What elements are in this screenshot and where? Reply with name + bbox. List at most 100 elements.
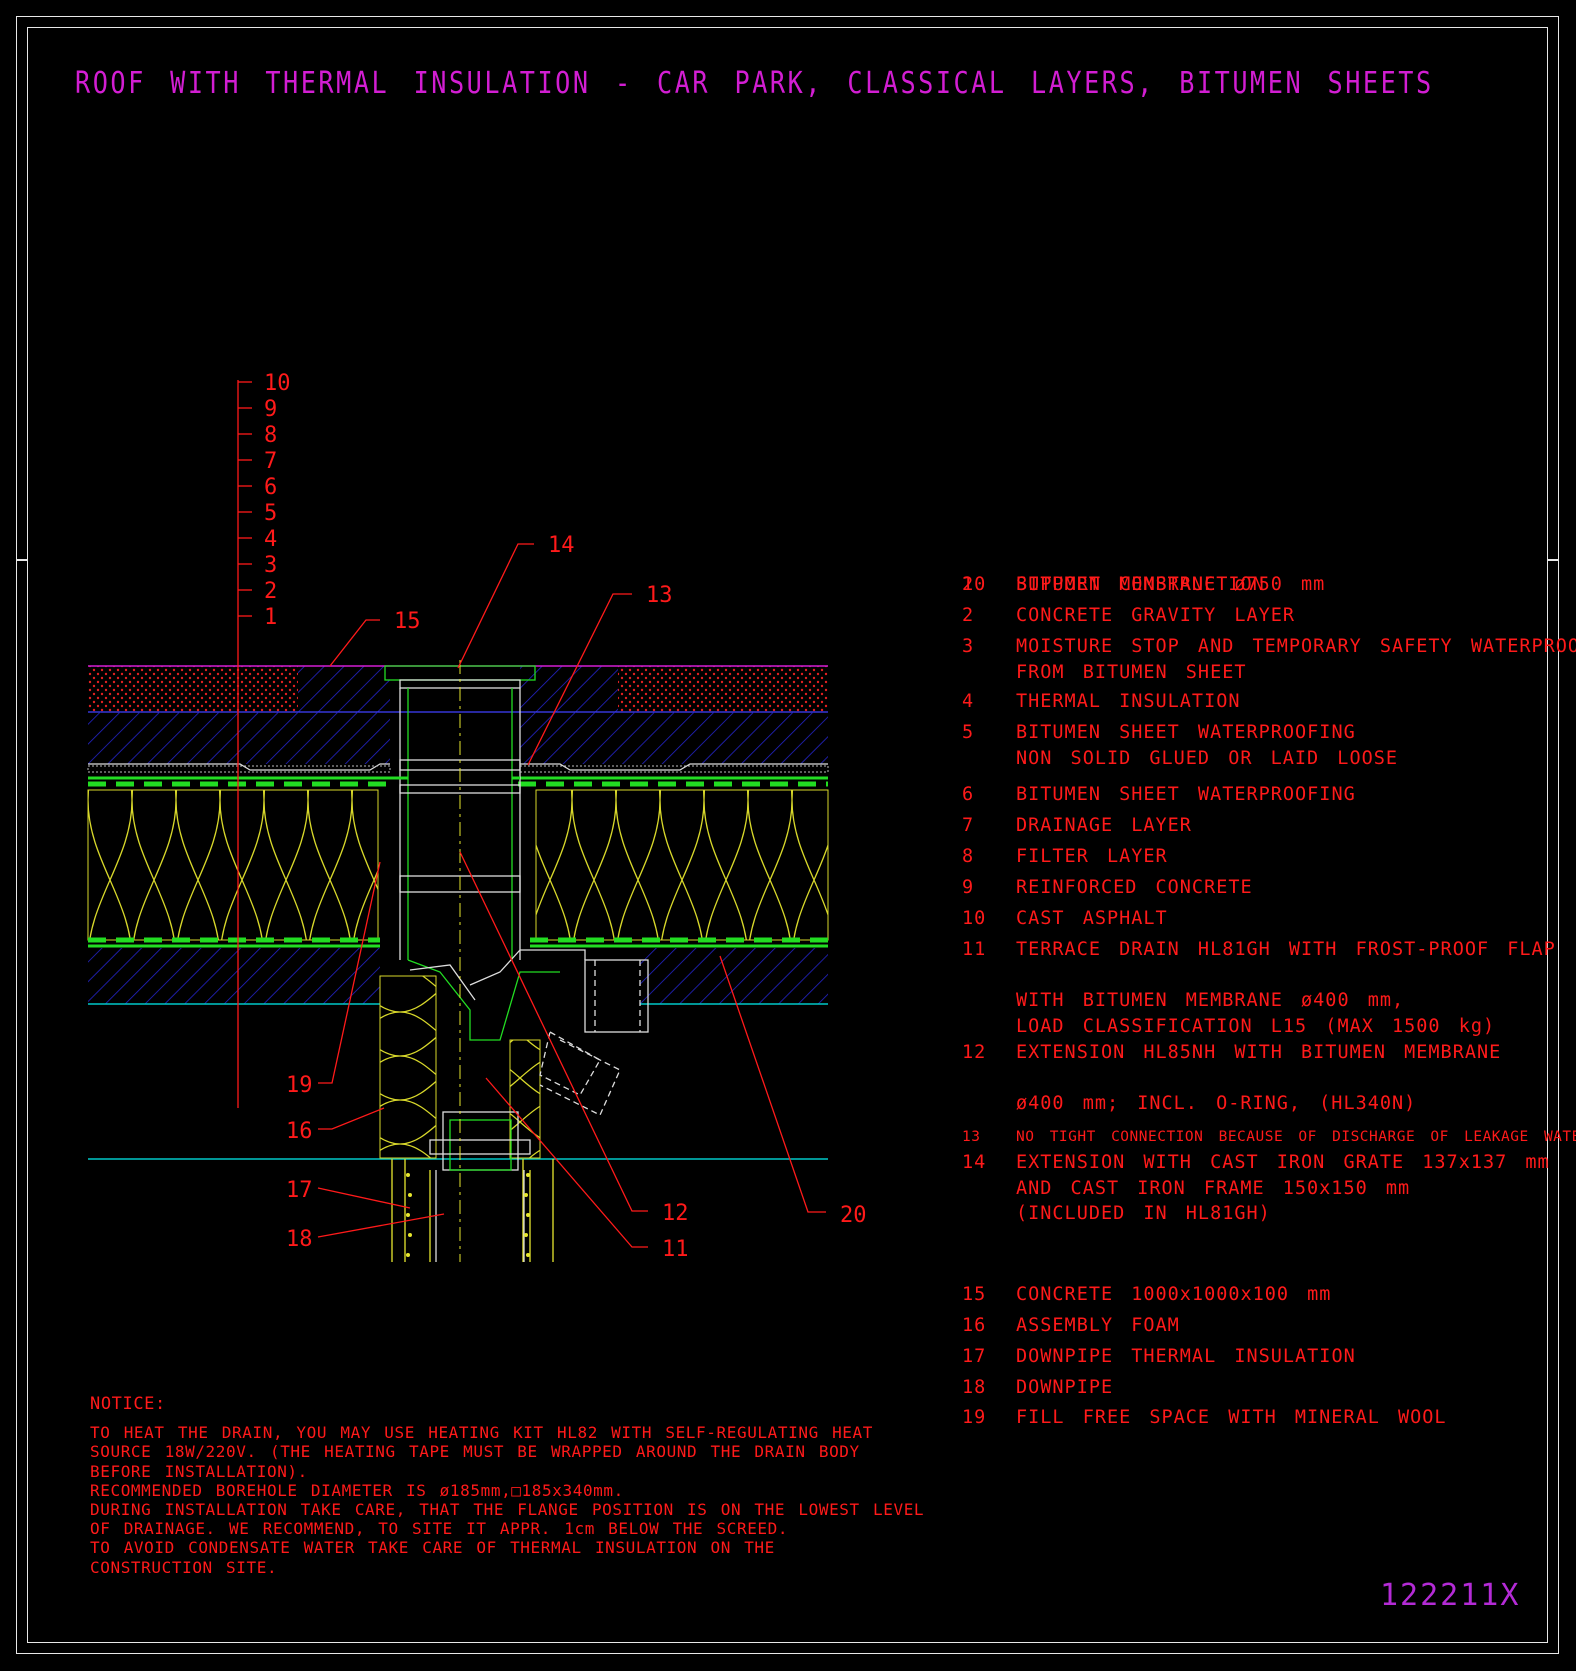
legend-number: 15 [962, 1284, 987, 1305]
legend-item-11: WITH BITUMEN MEMBRANE ø400 mm, [960, 990, 1404, 1011]
callout-19: 19 [286, 1073, 313, 1098]
notice-line: TO HEAT THE DRAIN, YOU MAY USE HEATING K… [90, 1423, 873, 1443]
notice-line: DURING INSTALLATION TAKE CARE, THAT THE … [90, 1500, 925, 1520]
legend-item-12 [960, 1068, 1016, 1089]
legend-text: ASSEMBLY FOAM [1016, 1315, 1180, 1336]
layer-drainage [87, 763, 829, 773]
callout-18: 18 [286, 1227, 313, 1252]
legend-text: CONCRETE 1000x1000x100 mm [1016, 1284, 1332, 1305]
legend-number: 12 [962, 1042, 987, 1063]
callout-14: 14 [548, 533, 575, 558]
callout-15: 15 [394, 609, 421, 634]
legend-number: 4 [962, 691, 975, 712]
layer-cast-asphalt [88, 665, 828, 713]
legend-number: 3 [962, 636, 975, 657]
notice-line: SOURCE 18W/220V. (THE HEATING TAPE MUST … [90, 1442, 860, 1462]
legend-text: ø400 mm; INCL. O-RING, (HL340N) [1016, 1093, 1417, 1114]
layer-scale-number: 3 [264, 553, 277, 578]
legend-number: 8 [962, 846, 975, 867]
legend-number: 11 [962, 939, 987, 960]
legend-item-10: 10 CAST ASPHALT [960, 908, 1168, 929]
legend-text: THERMAL INSULATION [1016, 691, 1241, 712]
legend-text: FROM BITUMEN SHEET [1016, 661, 1247, 683]
legend-text: (INCLUDED IN HL81GH) [1016, 1203, 1271, 1224]
legend-number: 2 [962, 605, 975, 626]
legend-item-14: 14 EXTENSION WITH CAST IRON GRATE 137x137… [960, 1152, 1550, 1173]
legend-item-7: 7 DRAINAGE LAYER [960, 815, 1192, 836]
legend-item-4: 4 THERMAL INSULATION [960, 691, 1240, 712]
legend-item-20: 20 BITUMEN MEMBRANE ø750 mm [960, 574, 1325, 595]
legend-number: 13 [962, 1129, 981, 1145]
layer-scale-number: 9 [264, 397, 277, 422]
legend-number: 18 [962, 1377, 987, 1398]
legend-item-13: 13 NO TIGHT CONNECTION BECAUSE OF DISCHAR… [960, 1129, 1576, 1145]
legend-number: 19 [962, 1407, 987, 1428]
legend-number: 16 [962, 1315, 987, 1336]
legend-number: 5 [962, 722, 975, 743]
legend-number: 14 [962, 1152, 987, 1173]
legend-text: DRAINAGE LAYER [1016, 815, 1192, 836]
legend-item-14: AND CAST IRON FRAME 150x150 mm [960, 1178, 1410, 1199]
notice-line: TO AVOID CONDENSATE WATER TAKE CARE OF T… [90, 1538, 775, 1558]
layer-scale-number: 4 [264, 527, 277, 552]
legend-item-12: ø400 mm; INCL. O-RING, (HL340N) [960, 1093, 1416, 1114]
notice-line: CONSTRUCTION SITE. [90, 1557, 278, 1577]
layer-moisture-stop [88, 937, 828, 948]
legend-text: CONCRETE GRAVITY LAYER [1016, 605, 1296, 626]
legend-text: AND CAST IRON FRAME 150x150 mm [1016, 1177, 1411, 1199]
legend-item-3: FROM BITUMEN SHEET [960, 662, 1246, 683]
legend-item-11: 11 TERRACE DRAIN HL81GH WITH FROST-PROOF … [960, 939, 1556, 960]
legend-number: 9 [962, 877, 975, 898]
legend-item-5: 5 BITUMEN SHEET WATERPROOFING [960, 722, 1356, 743]
layer-scale-number: 10 [264, 371, 291, 396]
legend-item-2: 2 CONCRETE GRAVITY LAYER [960, 605, 1295, 626]
legend-item-9: 9 REINFORCED CONCRETE [960, 877, 1253, 898]
legend-text: BITUMEN SHEET WATERPROOFING [1016, 722, 1356, 743]
legend-item-16: 16 ASSEMBLY FOAM [960, 1315, 1180, 1336]
legend-item-12: 12 EXTENSION HL85NH WITH BITUMEN MEMBRANE [960, 1042, 1501, 1063]
legend-text: FILL FREE SPACE WITH MINERAL WOOL [1016, 1407, 1447, 1428]
legend-item-5: NON SOLID GLUED OR LAID LOOSE [960, 748, 1398, 769]
legend-item-11 [960, 965, 1016, 986]
notice-line: RECOMMENDED BOREHOLE DIAMETER IS ø185mm,… [90, 1480, 624, 1500]
notice-block: NOTICE: TO HEAT THE DRAIN, YOU MAY USE H… [90, 1394, 925, 1577]
layer-scale-number: 2 [264, 579, 277, 604]
legend-item-15: 15 CONCRETE 1000x1000x100 mm [960, 1284, 1331, 1305]
legend-text: FILTER LAYER [1016, 846, 1168, 867]
legend-text: WITH BITUMEN MEMBRANE ø400 mm, [1016, 990, 1405, 1011]
legend-number: 6 [962, 784, 975, 805]
layer-scale-number: 8 [264, 423, 277, 448]
legend-item-14: (INCLUDED IN HL81GH) [960, 1203, 1271, 1224]
legend-text: EXTENSION HL85NH WITH BITUMEN MEMBRANE [1016, 1042, 1502, 1063]
legend-text: CAST ASPHALT [1016, 908, 1168, 929]
callout-11: 11 [662, 1237, 689, 1262]
legend-item-17: 17 DOWNPIPE THERMAL INSULATION [960, 1346, 1356, 1367]
legend-text: BITUMEN MEMBRANE ø750 mm [1016, 574, 1326, 595]
legend-text: LOAD CLASSIFICATION L15 (MAX 1500 kg) [1016, 1015, 1496, 1037]
downpipe-insulation [406, 1173, 530, 1257]
legend-text: NON SOLID GLUED OR LAID LOOSE [1016, 747, 1399, 769]
legend-text: NO TIGHT CONNECTION BECAUSE OF DISCHARGE… [1016, 1129, 1576, 1145]
legend-number: 20 [962, 574, 987, 595]
legend-item-18: 18 DOWNPIPE [960, 1377, 1113, 1398]
legend-number: 7 [962, 815, 975, 836]
callout-16: 16 [286, 1119, 313, 1144]
callout-20: 20 [840, 1203, 867, 1228]
callout-12: 12 [662, 1201, 689, 1226]
legend-text: DOWNPIPE [1016, 1377, 1114, 1398]
legend-number: 17 [962, 1346, 987, 1367]
legend-item-8: 8 FILTER LAYER [960, 846, 1168, 867]
notice-line: BEFORE INSTALLATION). [90, 1461, 308, 1481]
notice-line: OF DRAINAGE. WE RECOMMEND, TO SITE IT AP… [90, 1519, 789, 1539]
notice-heading: NOTICE: [90, 1394, 166, 1414]
layer-scale-number: 7 [264, 449, 277, 474]
drawing-code: 122211X [1380, 1578, 1521, 1613]
legend-text: TERRACE DRAIN HL81GH WITH FROST-PROOF FL… [1016, 939, 1556, 960]
layer-reinforced-concrete [88, 712, 828, 764]
legend-text: REINFORCED CONCRETE [1016, 877, 1253, 898]
legend-item-3: 3 MOISTURE STOP AND TEMPORARY SAFETY WATE… [960, 636, 1576, 657]
legend-item-11: LOAD CLASSIFICATION L15 (MAX 1500 kg) [960, 1016, 1495, 1037]
legend-number: 10 [962, 908, 987, 929]
legend-text: DOWNPIPE THERMAL INSULATION [1016, 1346, 1356, 1367]
layer-thermal-insulation [87, 789, 829, 941]
